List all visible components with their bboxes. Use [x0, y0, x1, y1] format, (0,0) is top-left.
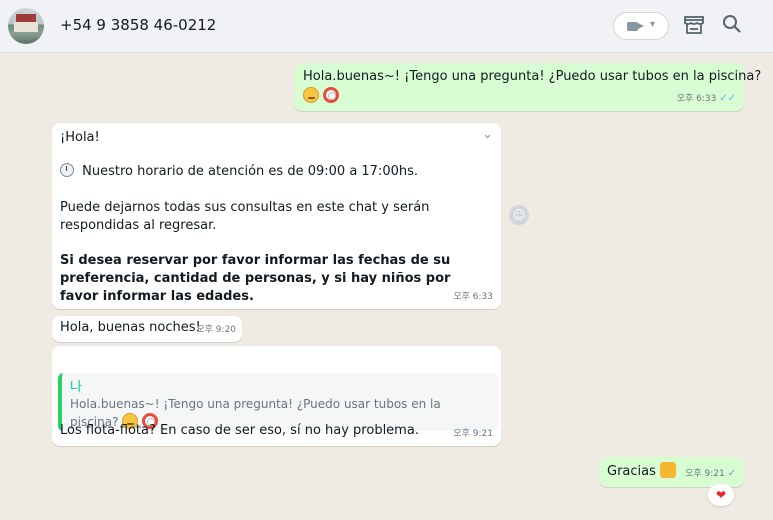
message-text-row: Gracias [607, 462, 677, 481]
message-meta: 오후 6:33 ✓✓ [677, 90, 736, 108]
message-consultas: Puede dejarnos todas sus consultas en es… [60, 200, 430, 233]
message-time: 오후 9:21 [453, 429, 493, 439]
message-text: Hola, buenas noches! [60, 320, 201, 335]
message-outgoing[interactable]: Gracias 오후 9:21 ✓ [599, 457, 744, 487]
message-incoming[interactable]: Hola, buenas noches! 오후 9:20 [52, 316, 242, 342]
message-time: 오후 6:33 [676, 94, 717, 104]
message-hours-line: Nuestro horario de atención es de 09:00 … [60, 163, 418, 181]
clock-icon [60, 163, 74, 177]
message-text: Gracias [607, 464, 656, 479]
message-meta: 오후 9:21 ✓ [685, 465, 736, 483]
message-time: 오후 6:33 [453, 292, 493, 302]
emoji-row [303, 87, 340, 106]
quoted-author: 나 [70, 380, 82, 395]
message-incoming-reply[interactable]: 나 Hola.buenas~! ¡Tengo una pregunta! ¿Pu… [52, 346, 501, 446]
storefront-icon[interactable] [683, 14, 705, 40]
contact-avatar[interactable] [8, 8, 44, 44]
read-receipt-icon: ✓✓ [719, 93, 736, 104]
message-text: Los flota-flota? En caso de ser eso, sí … [60, 423, 419, 438]
chat-header: +54 9 3858 46-0212 ▾ [0, 0, 773, 53]
message-time: 오후 9:20 [196, 325, 236, 335]
contact-name[interactable]: +54 9 3858 46-0212 [60, 16, 216, 34]
chevron-down-icon[interactable]: ⌄ [482, 126, 493, 144]
message-incoming[interactable]: ⌄ ¡Hola! Nuestro horario de atención es … [52, 123, 501, 309]
avatar-building [14, 22, 38, 32]
message-text: Hola.buenas~! ¡Tengo una pregunta! ¿Pued… [303, 69, 762, 84]
chevron-down-icon: ▾ [650, 19, 656, 30]
message-time: 오후 9:21 [685, 469, 725, 479]
thinking-face-emoji [303, 87, 319, 103]
message-outgoing[interactable]: Hola.buenas~! ¡Tengo una pregunta! ¿Pued… [294, 63, 761, 111]
message-greeting: ¡Hola! [60, 130, 100, 145]
search-icon[interactable] [722, 14, 742, 38]
lifebuoy-emoji [323, 87, 340, 103]
heart-reaction[interactable]: ❤ [708, 484, 734, 506]
video-camera-icon [627, 22, 644, 31]
thumbs-up-emoji [660, 462, 677, 478]
message-hours: Nuestro horario de atención es de 09:00 … [82, 164, 419, 179]
message-reserva: Si desea reservar por favor informar las… [60, 253, 451, 304]
reaction-emoji-button[interactable]: ☺ [509, 205, 529, 225]
video-call-button[interactable]: ▾ [613, 12, 669, 40]
sent-receipt-icon: ✓ [727, 468, 736, 479]
